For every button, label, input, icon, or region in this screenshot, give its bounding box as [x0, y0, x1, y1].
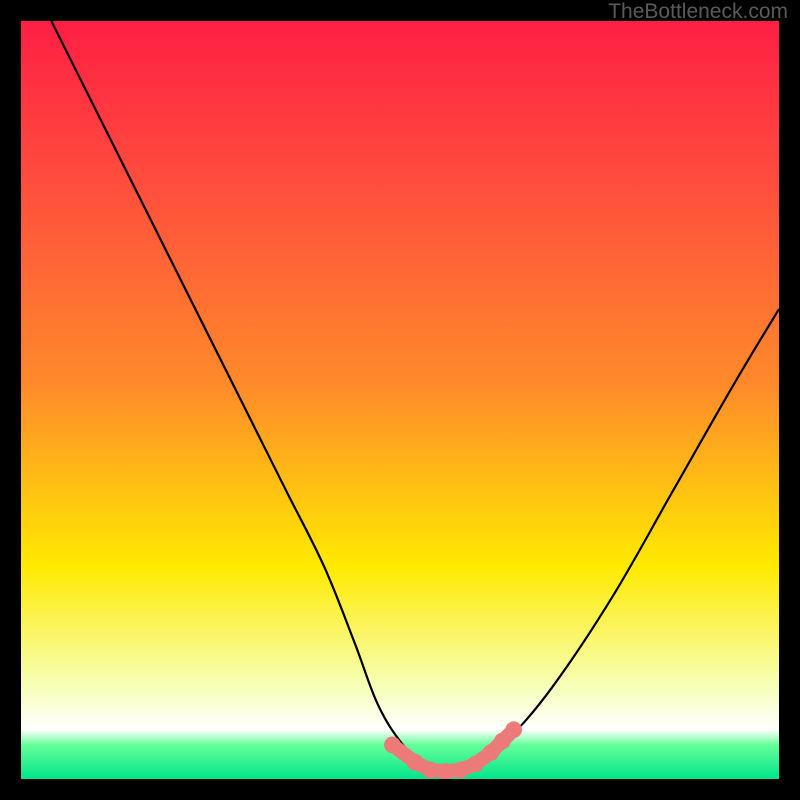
gradient-background — [21, 21, 779, 779]
valley-marker — [505, 721, 522, 738]
bottleneck-chart — [21, 21, 779, 779]
plot-area — [21, 21, 779, 779]
chart-stage: TheBottleneck.com — [0, 0, 800, 800]
